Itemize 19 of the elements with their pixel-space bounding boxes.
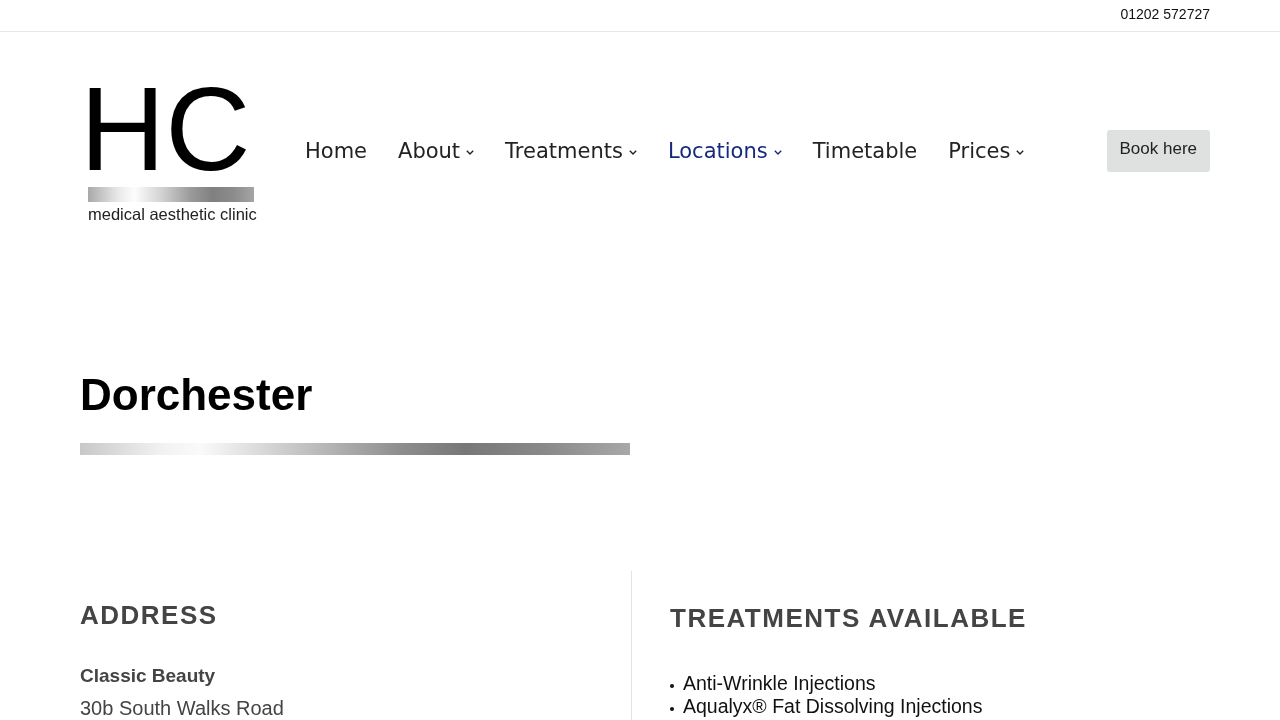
nav-link[interactable]: Treatments (505, 138, 637, 164)
bullet-icon (670, 706, 674, 711)
treatment-item: Aqualyx® Fat Dissolving Injections (683, 695, 983, 718)
bullet-icon (670, 683, 674, 688)
book-button[interactable]: Book here (1106, 130, 1210, 172)
treatment-item: Anti-Wrinkle Injections (683, 672, 876, 695)
section-heading: TREATMENTS AVAILABLE (670, 603, 1027, 634)
nav-link[interactable]: Prices (948, 138, 1025, 164)
nav-link[interactable]: Timetable (812, 138, 918, 164)
logo-tagline: medical aesthetic clinic (88, 205, 257, 223)
logo-letters: HC (80, 79, 251, 179)
nav-link[interactable]: About (398, 138, 475, 164)
address-name: Classic Beauty (80, 664, 216, 688)
phone-link[interactable]: 01202 572727 (1120, 5, 1210, 23)
nav-link[interactable]: Home (305, 138, 367, 164)
section-heading: ADDRESS (80, 600, 218, 631)
nav-link[interactable]: Locations (667, 138, 782, 164)
page-title: Dorchester (80, 369, 313, 421)
address-line: 30b South Walks Road (80, 696, 284, 720)
